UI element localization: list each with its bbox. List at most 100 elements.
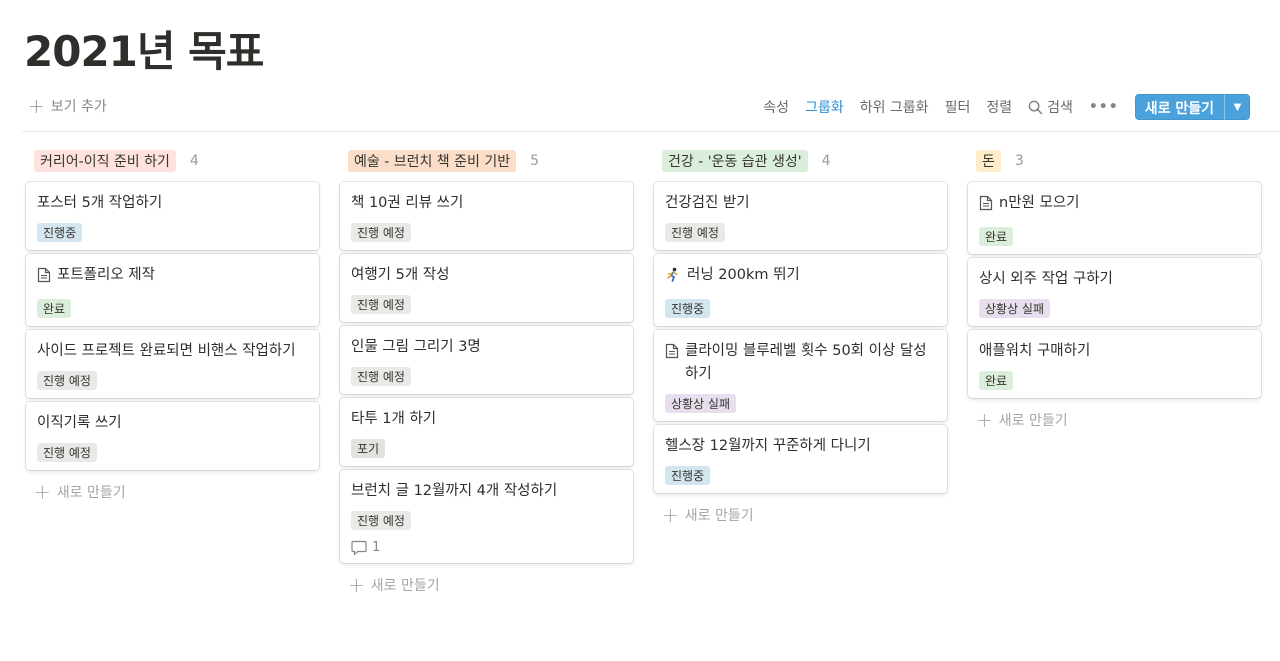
column-count: 3 [1014, 153, 1024, 169]
card-title-text: 사이드 프로젝트 완료되면 비핸스 작업하기 [37, 343, 296, 359]
board-card[interactable]: 브런치 글 12월까지 4개 작성하기진행 예정 1 [340, 470, 633, 563]
card-title: 타투 1개 하기 [351, 408, 623, 431]
column-tag[interactable]: 건강 - '운동 습관 생성' [662, 150, 808, 172]
card-title: 브런치 글 12월까지 4개 작성하기 [351, 480, 623, 503]
board-card[interactable]: 클라이밍 블루레벨 횟수 50회 이상 달성하기 상황상 실패 [654, 330, 947, 421]
column-count: 4 [189, 153, 199, 169]
status-badge: 진행 예정 [351, 295, 411, 314]
card-title-text: 상시 외주 작업 구하기 [979, 271, 1113, 287]
plus-icon: + [348, 573, 365, 597]
card-title: 건강검진 받기 [665, 192, 937, 215]
board-card[interactable]: n만원 모으기 완료 [968, 182, 1261, 254]
plus-icon: + [34, 480, 51, 504]
card-title: 포스터 5개 작업하기 [37, 192, 309, 215]
status-badge: 진행중 [37, 223, 83, 242]
add-card-label: 새로 만들기 [998, 413, 1068, 429]
card-title: 클라이밍 블루레벨 횟수 50회 이상 달성하기 [665, 340, 937, 386]
board-column: 커리어-이직 준비 하기 4 포스터 5개 작업하기진행중포트폴리오 제작완료사이드… [26, 148, 320, 510]
board-card[interactable]: 인물 그림 그리기 3명진행 예정 [340, 326, 633, 394]
column-count: 4 [821, 153, 831, 169]
card-title-text: 클라이밍 블루레벨 횟수 50회 이상 달성하기 [685, 343, 927, 382]
column-tag[interactable]: 커리어-이직 준비 하기 [34, 150, 176, 172]
board-column: 예술 - 브런치 책 준비 기반 5 책 10권 리뷰 쓰기 진행 예정 여행기 5개 … [340, 148, 634, 603]
board-card[interactable]: 애플워치 구매하기 완료 [968, 330, 1261, 398]
card-title: 애플워치 구매하기 [979, 340, 1251, 363]
add-card-button[interactable]: + 새로 만들기 [340, 567, 634, 603]
card-title: 사이드 프로젝트 완료되면 비핸스 작업하기 [37, 340, 309, 363]
status-badge: 진행 예정 [37, 443, 97, 462]
status-badge: 진행 예정 [665, 223, 725, 242]
column-header: 돈3 [968, 148, 1262, 174]
page-icon [665, 343, 679, 367]
status-badge: 상황상 실패 [979, 299, 1051, 318]
board-card[interactable]: 포스터 5개 작업하기진행중 [26, 182, 319, 250]
card-title: 이직기록 쓰기 [37, 412, 309, 435]
card-title-text: 헬스장 12월까지 꾸준하게 다니기 [665, 438, 871, 454]
comment-number: 1 [372, 540, 381, 555]
card-title-text: 애플워치 구매하기 [979, 343, 1091, 359]
card-title: 여행기 5개 작성 [351, 264, 623, 287]
plus-icon: + [28, 94, 45, 118]
status-badge: 완료 [37, 299, 72, 318]
board-card[interactable]: 사이드 프로젝트 완료되면 비핸스 작업하기진행 예정 [26, 330, 319, 398]
card-title-text: 건강검진 받기 [665, 195, 750, 211]
card-title: 러닝 200km 뛰기 [665, 264, 937, 291]
add-card-button[interactable]: + 새로 만들기 [26, 474, 320, 510]
board-card[interactable]: 책 10권 리뷰 쓰기 진행 예정 [340, 182, 633, 250]
board-card[interactable]: 포트폴리오 제작완료 [26, 254, 319, 326]
add-view-button[interactable]: + 보기 추가 [28, 96, 107, 116]
more-options-icon[interactable]: ••• [1083, 99, 1125, 115]
comment-count: 1 [351, 540, 623, 555]
status-badge: 진행 예정 [351, 511, 411, 530]
add-card-button[interactable]: + 새로 만들기 [968, 402, 1262, 438]
card-title-text: 브런치 글 12월까지 4개 작성하기 [351, 483, 558, 499]
board-card[interactable]: 건강검진 받기진행 예정 [654, 182, 947, 250]
filter-button[interactable]: 필터 [939, 94, 977, 120]
status-badge: 진행 예정 [351, 223, 411, 242]
comment-icon [351, 540, 367, 555]
subgroup-button[interactable]: 하위 그룹화 [854, 94, 935, 120]
board-card[interactable]: 타투 1개 하기포기 [340, 398, 633, 466]
add-card-label: 새로 만들기 [370, 578, 440, 594]
plus-icon: + [662, 503, 679, 527]
page-icon [37, 267, 51, 291]
view-options: 속성 그룹화 하위 그룹화 필터 정렬 검색 ••• 새로 만들기 ▼ [757, 94, 1250, 120]
column-tag[interactable]: 예술 - 브런치 책 준비 기반 [348, 150, 517, 172]
chevron-down-icon[interactable]: ▼ [1224, 94, 1250, 120]
board-card[interactable]: 러닝 200km 뛰기진행중 [654, 254, 947, 326]
column-header: 건강 - '운동 습관 생성' 4 [654, 148, 948, 174]
plus-icon: + [976, 408, 993, 432]
board-column: 건강 - '운동 습관 생성' 4 건강검진 받기 진행 예정 러닝 200km 뛰기 진… [654, 148, 948, 533]
card-title: 상시 외주 작업 구하기 [979, 268, 1251, 291]
status-badge: 포기 [351, 439, 386, 458]
page-icon [979, 195, 993, 219]
properties-button[interactable]: 속성 [757, 94, 795, 120]
card-title-text: 이직기록 쓰기 [37, 415, 122, 431]
card-title-text: 인물 그림 그리기 3명 [351, 339, 481, 355]
board-card[interactable]: 상시 외주 작업 구하기상황상 실패 [968, 258, 1261, 326]
status-badge: 진행 예정 [37, 371, 97, 390]
board-card[interactable]: 이직기록 쓰기진행 예정 [26, 402, 319, 470]
add-card-button[interactable]: + 새로 만들기 [654, 497, 948, 533]
card-title-text: 러닝 200km 뛰기 [687, 267, 800, 283]
sort-button[interactable]: 정렬 [980, 94, 1018, 120]
status-badge: 진행중 [665, 466, 711, 485]
column-tag[interactable]: 돈 [976, 150, 1001, 172]
group-button[interactable]: 그룹화 [799, 94, 850, 120]
board-card[interactable]: 헬스장 12월까지 꾸준하게 다니기진행중 [654, 425, 947, 493]
column-header: 예술 - 브런치 책 준비 기반 5 [340, 148, 634, 174]
status-badge: 진행 예정 [351, 367, 411, 386]
status-badge: 진행중 [665, 299, 711, 318]
search-label: 검색 [1047, 100, 1073, 116]
card-title-text: 포트폴리오 제작 [57, 267, 155, 283]
card-title: 포트폴리오 제작 [37, 264, 309, 291]
card-title-text: n만원 모으기 [999, 195, 1080, 211]
page-title: 2021년 목표 [24, 27, 264, 76]
new-button-group: 새로 만들기 ▼ [1134, 94, 1250, 120]
runner-icon [665, 267, 681, 291]
column-count: 5 [530, 153, 540, 169]
column-header: 커리어-이직 준비 하기 4 [26, 148, 320, 174]
search-button[interactable]: 검색 [1022, 94, 1079, 120]
new-button[interactable]: 새로 만들기 [1135, 94, 1224, 120]
board-card[interactable]: 여행기 5개 작성진행 예정 [340, 254, 633, 322]
